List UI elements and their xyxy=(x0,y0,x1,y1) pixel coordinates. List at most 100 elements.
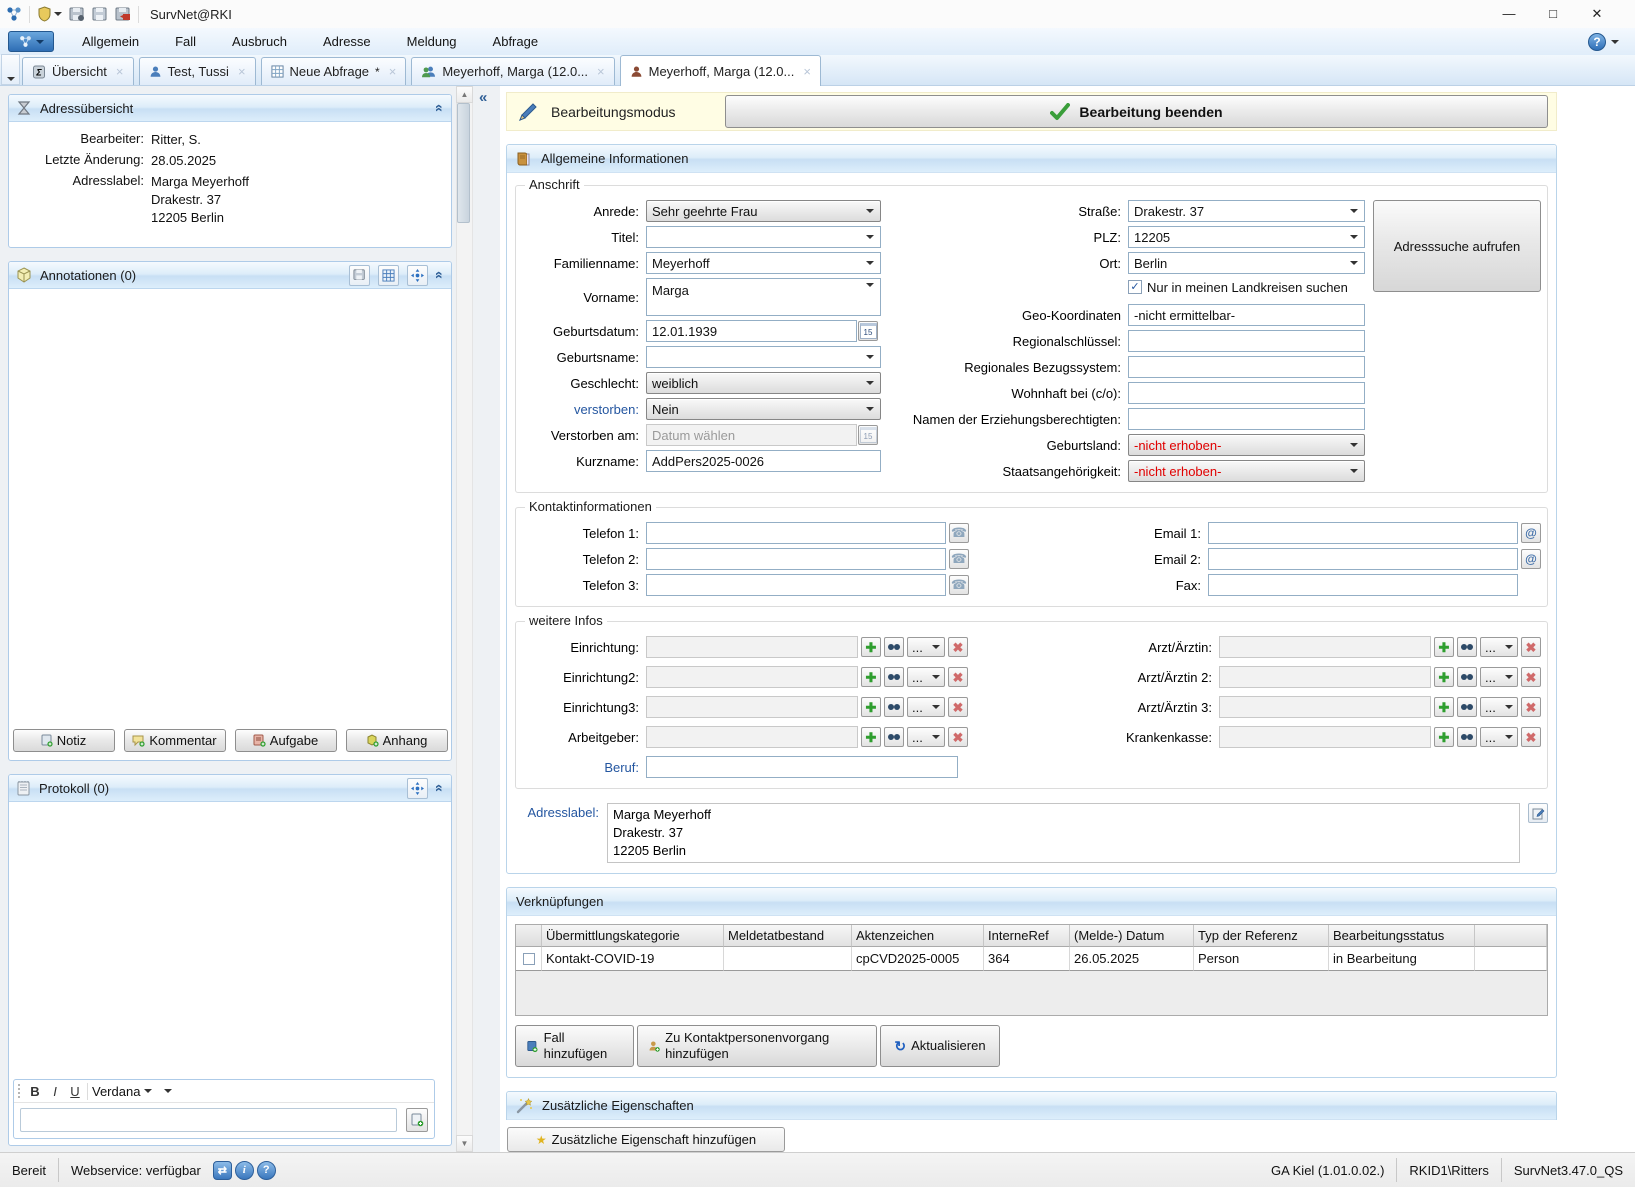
address-overview-header[interactable]: Adressübersicht « xyxy=(9,95,451,122)
search-button[interactable] xyxy=(884,667,904,687)
scrollbar-track[interactable] xyxy=(456,103,473,1135)
add-to-contact-process-button[interactable]: Zu Kontaktpersonenvorgang hinzufügen xyxy=(637,1025,877,1067)
bezugssystem-input[interactable] xyxy=(1128,356,1365,378)
remove-button[interactable]: ✖ xyxy=(948,697,968,717)
close-button[interactable]: ✕ xyxy=(1575,6,1619,22)
add-note-button[interactable]: Notiz xyxy=(13,729,115,752)
tab-list-button[interactable] xyxy=(1,54,20,85)
save-view-button[interactable] xyxy=(349,265,370,286)
geburtsland-dropdown[interactable]: -nicht erhoben- xyxy=(1128,434,1365,456)
close-tab-icon[interactable]: × xyxy=(389,64,397,79)
tab-meyerhoff-person-active[interactable]: Meyerhoff, Marga (12.0... × xyxy=(620,55,821,86)
column-header[interactable]: (Melde-) Datum xyxy=(1070,925,1194,947)
menu-meldung[interactable]: Meldung xyxy=(393,30,471,53)
more-options-button[interactable]: ... xyxy=(907,667,945,687)
add-button[interactable]: ✚ xyxy=(1434,667,1454,687)
telefon1-input[interactable] xyxy=(646,522,946,544)
vorname-combobox[interactable]: Marga xyxy=(646,278,881,316)
scrollbar-thumb[interactable] xyxy=(457,103,470,223)
more-options-button[interactable]: ... xyxy=(1480,637,1518,657)
dropdown-caret-icon[interactable] xyxy=(1611,40,1619,44)
wohnhaft-input[interactable] xyxy=(1128,382,1365,404)
close-tab-icon[interactable]: × xyxy=(597,64,605,79)
refresh-button[interactable]: ↻ Aktualisieren xyxy=(880,1025,1000,1067)
remove-button[interactable]: ✖ xyxy=(948,727,968,747)
add-additional-property-button[interactable]: ★ Zusätzliche Eigenschaft hinzufügen xyxy=(507,1127,785,1152)
sync-icon[interactable]: ⇄ xyxy=(213,1161,232,1180)
tab-uebersicht[interactable]: Σ Übersicht × xyxy=(22,57,134,85)
close-tab-icon[interactable]: × xyxy=(116,64,124,79)
close-tab-icon[interactable]: × xyxy=(238,64,246,79)
close-tab-icon[interactable]: × xyxy=(803,64,811,79)
column-header[interactable]: Aktenzeichen xyxy=(852,925,984,947)
adresslabel-textarea[interactable]: Marga Meyerhoff Drakestr. 37 12205 Berli… xyxy=(607,803,1520,863)
minimize-button[interactable]: — xyxy=(1487,6,1531,22)
add-entry-button[interactable] xyxy=(406,1108,428,1132)
remove-button[interactable]: ✖ xyxy=(948,637,968,657)
add-button[interactable]: ✚ xyxy=(1434,697,1454,717)
anrede-dropdown[interactable]: Sehr geehrte Frau xyxy=(646,200,881,222)
geschlecht-dropdown[interactable]: weiblich xyxy=(646,372,881,394)
staatsangehoerigkeit-dropdown[interactable]: -nicht erhoben- xyxy=(1128,460,1365,482)
more-options-button[interactable]: ... xyxy=(907,637,945,657)
more-options-button[interactable]: ... xyxy=(1480,667,1518,687)
save-icon[interactable] xyxy=(92,7,108,22)
dial-button[interactable]: ☎ xyxy=(949,523,969,543)
select-column-header[interactable] xyxy=(516,925,542,947)
add-button[interactable]: ✚ xyxy=(861,697,881,717)
menu-fall[interactable]: Fall xyxy=(161,30,210,53)
send-email-button[interactable]: @ xyxy=(1521,549,1541,569)
familienname-combobox[interactable]: Meyerhoff xyxy=(646,252,881,274)
italic-button[interactable]: I xyxy=(47,1084,63,1099)
protocol-text-input[interactable] xyxy=(20,1108,397,1132)
add-case-button[interactable]: Fall hinzufügen xyxy=(515,1025,634,1067)
search-button[interactable] xyxy=(1457,727,1477,747)
telefon3-input[interactable] xyxy=(646,574,946,596)
send-email-button[interactable]: @ xyxy=(1521,523,1541,543)
search-button[interactable] xyxy=(884,637,904,657)
font-size-caret-icon[interactable] xyxy=(164,1089,172,1093)
geburtsdatum-input[interactable] xyxy=(646,320,857,342)
dial-button[interactable]: ☎ xyxy=(949,575,969,595)
export-icon[interactable] xyxy=(115,7,131,22)
add-attachment-button[interactable]: Anhang xyxy=(346,729,448,752)
add-comment-button[interactable]: Kommentar xyxy=(124,729,226,752)
add-button[interactable]: ✚ xyxy=(861,667,881,687)
collapse-splitter-icon[interactable]: « xyxy=(479,89,487,106)
app-menu-button[interactable] xyxy=(8,31,54,52)
edit-label-button[interactable] xyxy=(1528,803,1548,823)
more-options-button[interactable]: ... xyxy=(907,697,945,717)
more-options-button[interactable]: ... xyxy=(1480,727,1518,747)
column-header[interactable]: Bearbeitungsstatus xyxy=(1329,925,1475,947)
add-button[interactable]: ✚ xyxy=(1434,727,1454,747)
row-checkbox[interactable] xyxy=(523,953,535,965)
remove-button[interactable]: ✖ xyxy=(1521,667,1541,687)
column-header[interactable]: Typ der Referenz xyxy=(1194,925,1329,947)
checkbox-checked-icon[interactable]: ✓ xyxy=(1128,280,1142,294)
tab-neue-abfrage[interactable]: Neue Abfrage* × xyxy=(261,57,407,85)
add-task-button[interactable]: Aufgabe xyxy=(235,729,337,752)
row-select-cell[interactable] xyxy=(516,947,542,971)
column-header[interactable]: InterneRef xyxy=(984,925,1070,947)
menu-allgemein[interactable]: Allgemein xyxy=(68,30,153,53)
panel-splitter[interactable]: « xyxy=(473,86,500,1152)
more-options-button[interactable]: ... xyxy=(1480,697,1518,717)
menu-ausbruch[interactable]: Ausbruch xyxy=(218,30,301,53)
landkreis-checkbox-row[interactable]: ✓ Nur in meinen Landkreisen suchen xyxy=(1128,280,1365,296)
search-button[interactable] xyxy=(1457,637,1477,657)
left-scrollbar[interactable]: ▲ ▼ xyxy=(456,86,473,1152)
menu-adresse[interactable]: Adresse xyxy=(309,30,385,53)
help-icon[interactable]: ? xyxy=(257,1161,276,1180)
font-select[interactable]: Verdana xyxy=(92,1084,152,1099)
plz-combobox[interactable]: 12205 xyxy=(1128,226,1365,248)
collapse-chevron-icon[interactable]: « xyxy=(432,784,448,792)
end-edit-button[interactable]: Bearbeitung beenden xyxy=(725,95,1548,128)
add-button[interactable]: ✚ xyxy=(861,727,881,747)
remove-button[interactable]: ✖ xyxy=(1521,727,1541,747)
help-icon[interactable]: ? xyxy=(1588,33,1606,51)
quick-access-shield-icon[interactable] xyxy=(37,6,62,22)
email2-input[interactable] xyxy=(1208,548,1518,570)
remove-button[interactable]: ✖ xyxy=(948,667,968,687)
tab-meyerhoff-vorgang[interactable]: Meyerhoff, Marga (12.0... × xyxy=(411,57,614,85)
more-options-button[interactable]: ... xyxy=(907,727,945,747)
